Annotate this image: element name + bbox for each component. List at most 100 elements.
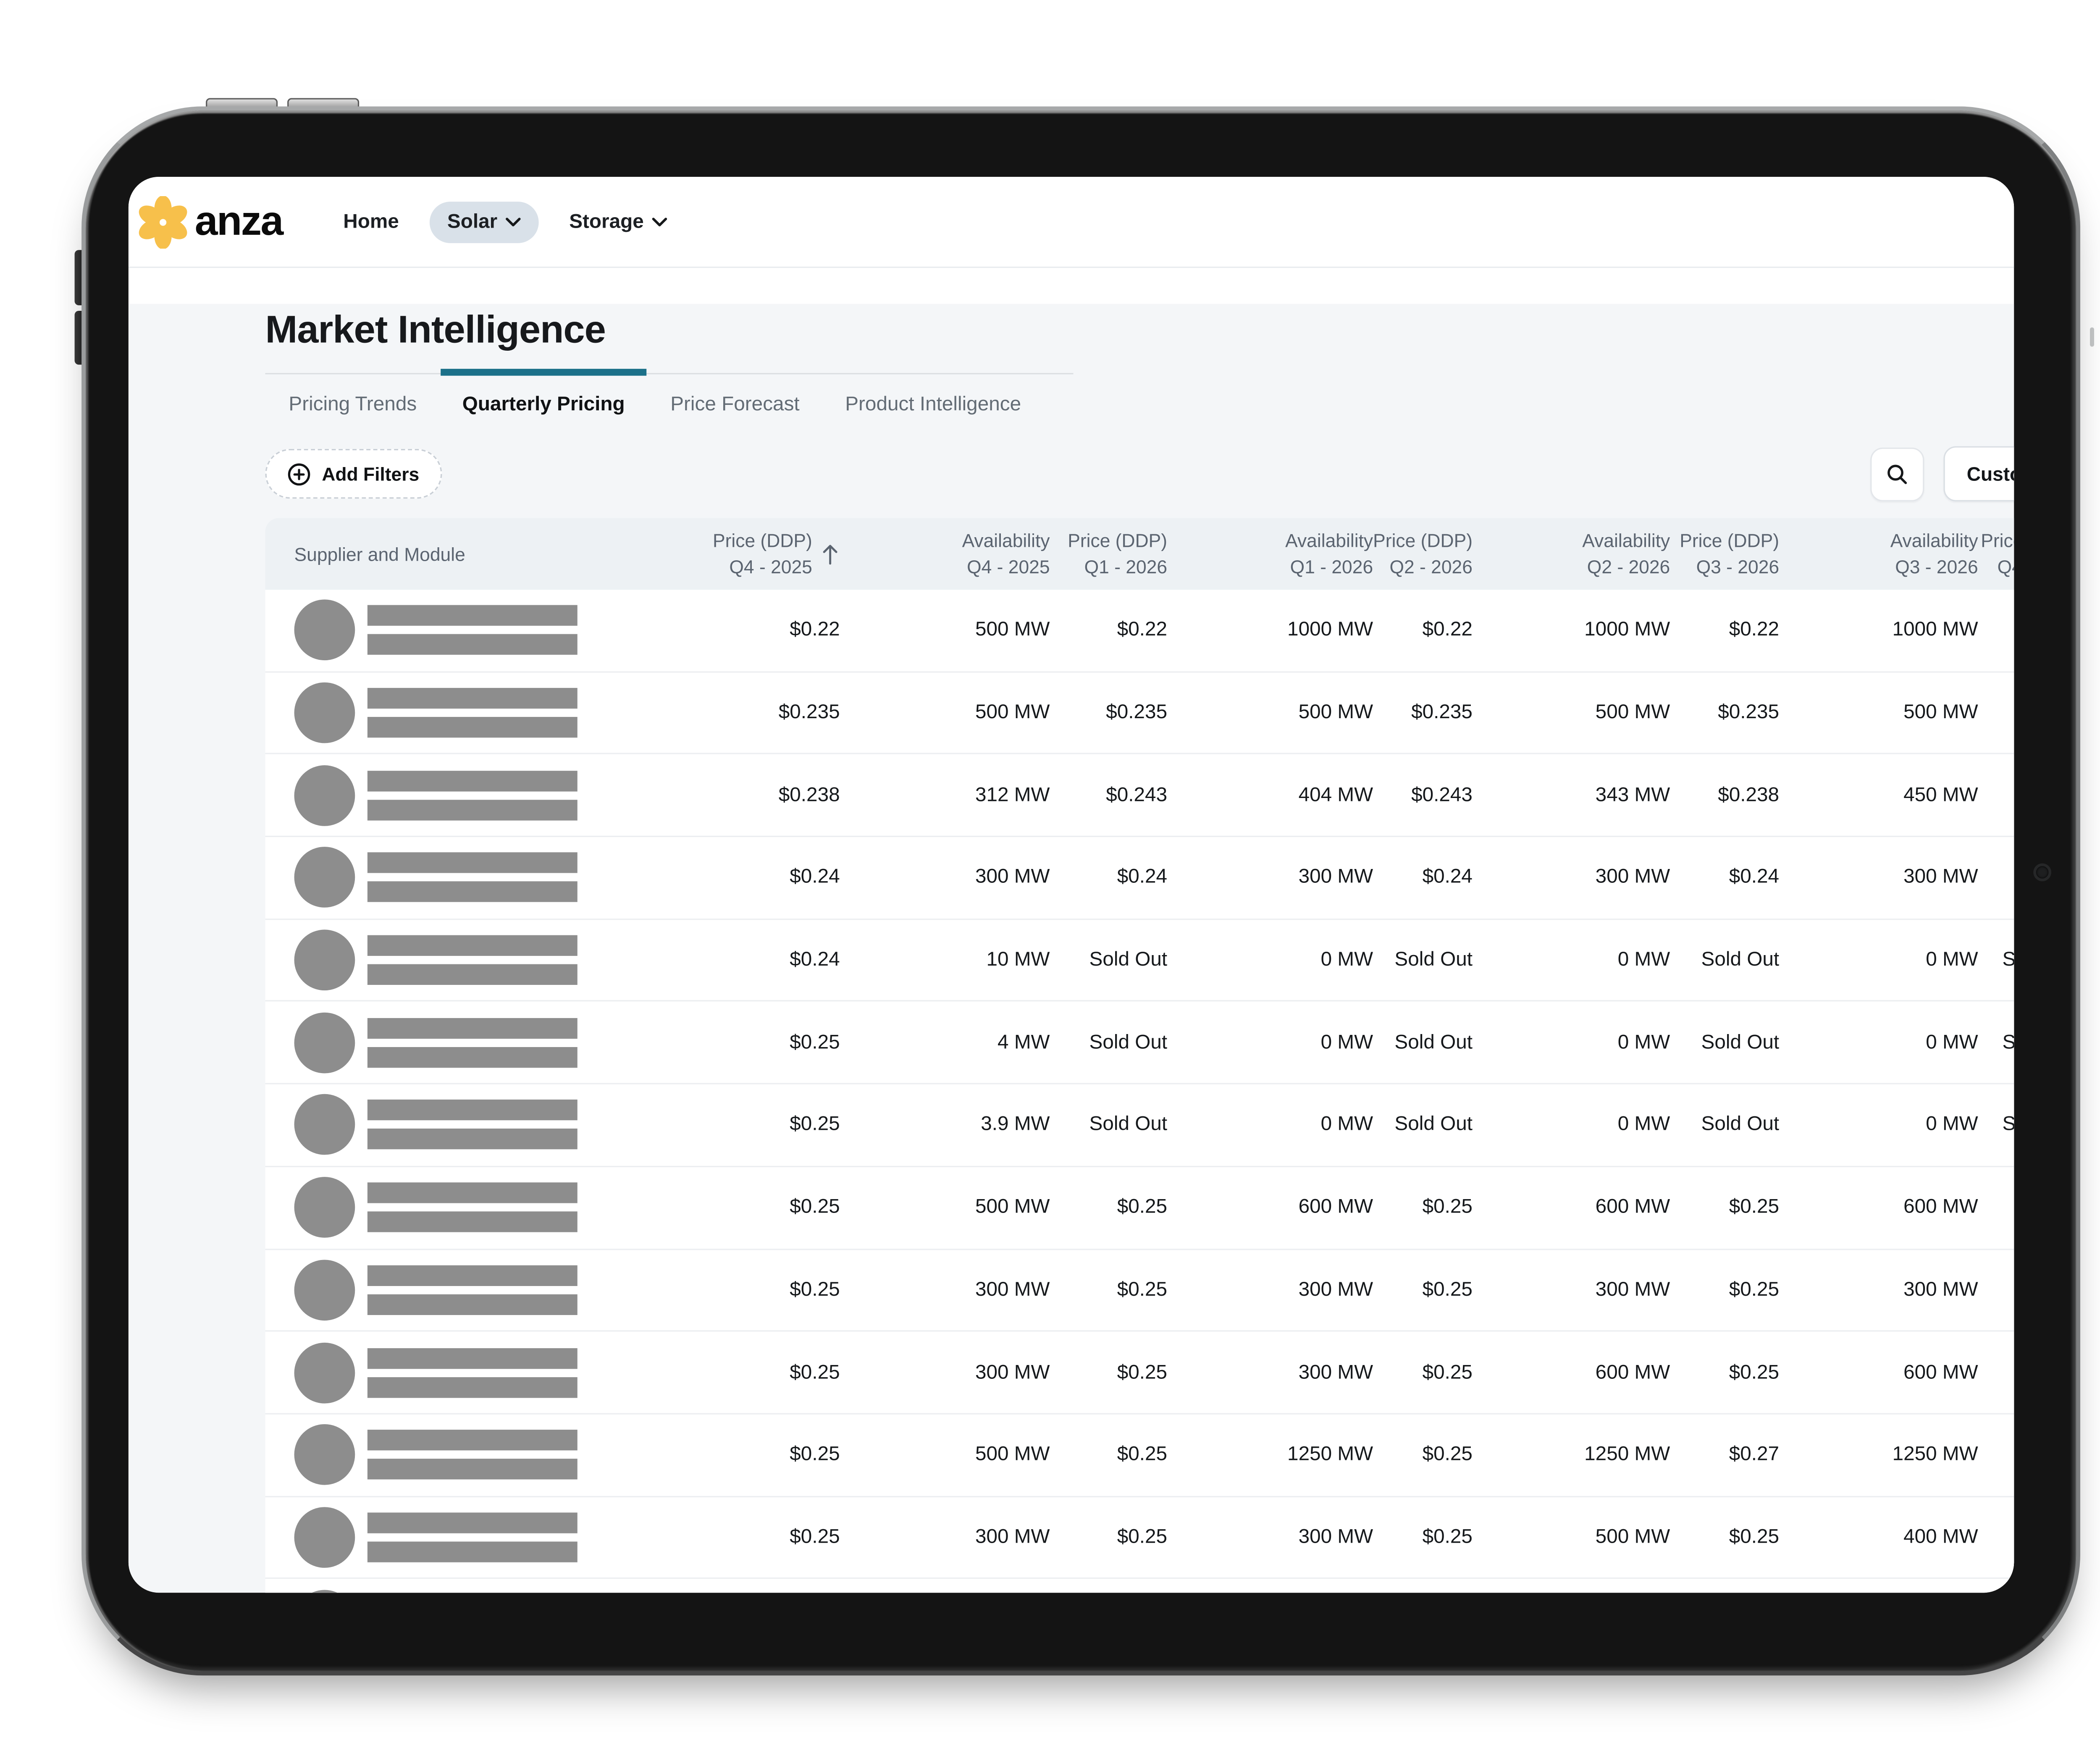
price-q4-2025-cell: $0.25 <box>790 1032 840 1054</box>
availability-q4-2025-cell: 500 MW <box>975 1196 1050 1219</box>
price-q2-2026-cell: Sold Out <box>1394 949 1473 971</box>
price-q3-2026-cell: $0.24 <box>1729 866 1780 889</box>
placeholder-bar <box>367 1129 578 1150</box>
price-q3-2026-cell: Sold Out <box>1701 1114 1780 1137</box>
supplier-avatar <box>294 1342 355 1403</box>
price-q1-2026-cell: $0.24 <box>1117 866 1168 889</box>
customize-table-button[interactable]: Customize Table <box>1943 446 2014 501</box>
supplier-avatar <box>294 1424 355 1486</box>
availability-q1-2026-cell: 300 MW <box>1298 1526 1373 1549</box>
page: anza Home Solar Storage Market Intellige… <box>0 0 2100 1764</box>
tab-price-forecast[interactable]: Price Forecast <box>670 394 799 416</box>
availability-q1-2026-cell: 300 MW <box>1298 1361 1373 1383</box>
placeholder-bar <box>367 770 578 791</box>
placeholder-bar <box>367 634 578 656</box>
price-q4-2025-cell: $0.25 <box>790 1444 840 1466</box>
availability-q2-2026-cell: 500 MW <box>1595 701 1670 724</box>
supplier-name-placeholder <box>367 935 578 985</box>
column-header-price-q1-2026[interactable]: Price (DDP) Q1 - 2026 <box>1050 528 1167 580</box>
search-button[interactable] <box>1870 446 1924 501</box>
price-q3-2026-cell: $0.22 <box>1729 619 1780 642</box>
column-header-availability-q2-2026[interactable]: Availability Q2 - 2026 <box>1473 528 1670 580</box>
placeholder-bar <box>367 935 578 956</box>
availability-q2-2026-cell: 600 MW <box>1595 1196 1670 1219</box>
column-header-availability-q1-2026[interactable]: Availability Q1 - 2026 <box>1167 528 1373 580</box>
nav-item-storage[interactable]: Storage <box>569 211 667 233</box>
availability-q3-2026-cell: 0 MW <box>1926 1114 1978 1137</box>
price-q3-2026-cell: $0.238 <box>1718 784 1780 806</box>
table-row: $0.25 4 MW Sold Out 0 MW Sold Out 0 MW S… <box>265 1002 2014 1085</box>
placeholder-bar <box>367 1182 578 1204</box>
nav-item-solar[interactable]: Solar <box>429 201 539 243</box>
supplier-cell <box>265 682 652 743</box>
price-q4-2026-cell: $0.27 <box>1978 1444 2014 1466</box>
supplier-name-placeholder <box>367 1018 578 1068</box>
supplier-cell <box>265 1507 652 1568</box>
availability-q1-2026-cell: 600 MW <box>1298 1196 1373 1219</box>
placeholder-bar <box>367 1347 578 1368</box>
availability-q3-2026-cell: 500 MW <box>1903 701 1978 724</box>
availability-q4-2025-cell: 10 MW <box>986 949 1050 971</box>
column-header-supplier[interactable]: Supplier and Module <box>265 541 652 567</box>
availability-q1-2026-cell: 0 MW <box>1320 1032 1373 1054</box>
tab-pricing-trends[interactable]: Pricing Trends <box>289 394 417 416</box>
availability-q3-2026-cell: 300 MW <box>1903 866 1978 889</box>
nav-item-home[interactable]: Home <box>343 211 399 233</box>
supplier-cell <box>265 1342 652 1403</box>
availability-q3-2026-cell: 1250 MW <box>1892 1444 1978 1466</box>
price-q4-2025-cell: $0.235 <box>778 701 840 724</box>
tab-quarterly-pricing[interactable]: Quarterly Pricing <box>440 369 647 416</box>
tab-product-intelligence[interactable]: Product Intelligence <box>845 394 1021 416</box>
add-filters-button[interactable]: Add Filters <box>265 449 441 499</box>
availability-q1-2026-cell: 300 MW <box>1298 1279 1373 1301</box>
nav-items: Home Solar Storage <box>343 201 667 243</box>
table-header-row: Supplier and Module Price (DDP) Q4 - 2025… <box>265 518 2014 590</box>
table-row: $0.25 300 MW $0.25 300 MW $0.25 600 MW $… <box>265 1332 2014 1415</box>
availability-q4-2025-cell: 500 MW <box>975 701 1050 724</box>
availability-q1-2026-cell: 500 MW <box>1298 701 1373 724</box>
column-header-price-q4-2026[interactable]: Price (DDP)Q4 - 2026 <box>1978 528 2014 580</box>
supplier-cell <box>265 1589 652 1593</box>
availability-q1-2026-cell: 404 MW <box>1298 784 1373 806</box>
price-q2-2026-cell: Sold Out <box>1394 1032 1473 1054</box>
availability-q2-2026-cell: 500 MW <box>1595 1526 1670 1549</box>
placeholder-bar <box>367 717 578 738</box>
column-header-price-q3-2026[interactable]: Price (DDP) Q3 - 2026 <box>1670 528 1779 580</box>
availability-q1-2026-cell: 0 MW <box>1320 949 1373 971</box>
table-row <box>265 1579 2014 1593</box>
placeholder-bar <box>367 799 578 820</box>
supplier-avatar <box>294 1259 355 1320</box>
price-q4-2025-cell: $0.25 <box>790 1196 840 1219</box>
price-q4-2025-cell: $0.24 <box>790 949 840 971</box>
table-row: $0.238 312 MW $0.243 404 MW $0.243 343 M… <box>265 754 2014 837</box>
supplier-avatar <box>294 1507 355 1568</box>
brand-logo[interactable]: anza <box>137 195 284 248</box>
tab-bar: Pricing Trends Quarterly Pricing Price F… <box>265 369 1074 416</box>
supplier-name-placeholder <box>367 1347 578 1397</box>
chevron-down-icon <box>506 216 521 227</box>
column-header-availability-q3-2026[interactable]: Availability Q3 - 2026 <box>1779 528 1978 580</box>
supplier-avatar <box>294 929 355 991</box>
price-q2-2026-cell: $0.235 <box>1411 701 1473 724</box>
availability-q3-2026-cell: 400 MW <box>1903 1526 1978 1549</box>
column-header-availability-q4-2025[interactable]: Availability Q4 - 2025 <box>840 528 1050 580</box>
availability-q2-2026-cell: 0 MW <box>1617 1032 1670 1054</box>
column-header-price-q2-2026[interactable]: Price (DDP) Q2 - 2026 <box>1373 528 1473 580</box>
price-q3-2026-cell: $0.235 <box>1718 701 1780 724</box>
price-q1-2026-cell: $0.25 <box>1117 1444 1168 1466</box>
table-toolbar: Add Filters Customize Table <box>265 446 2014 501</box>
table-row: $0.235 500 MW $0.235 500 MW $0.235 500 M… <box>265 672 2014 755</box>
availability-q1-2026-cell: 1000 MW <box>1287 619 1373 642</box>
price-q3-2026-cell: $0.25 <box>1729 1196 1780 1219</box>
availability-q4-2025-cell: 4 MW <box>998 1032 1050 1054</box>
availability-q2-2026-cell: 1250 MW <box>1584 1444 1670 1466</box>
supplier-name-placeholder <box>367 853 578 903</box>
placeholder-bar <box>367 1541 578 1562</box>
placeholder-bar <box>367 1018 578 1039</box>
placeholder-bar <box>367 1211 578 1233</box>
column-header-price-q4-2025[interactable]: Price (DDP) Q4 - 2025 <box>652 528 840 580</box>
availability-q2-2026-cell: 300 MW <box>1595 866 1670 889</box>
price-q2-2026-cell: $0.25 <box>1422 1196 1473 1219</box>
price-q4-2025-cell: $0.238 <box>778 784 840 806</box>
price-q4-2026-cell: $0.235 <box>1978 702 2014 724</box>
